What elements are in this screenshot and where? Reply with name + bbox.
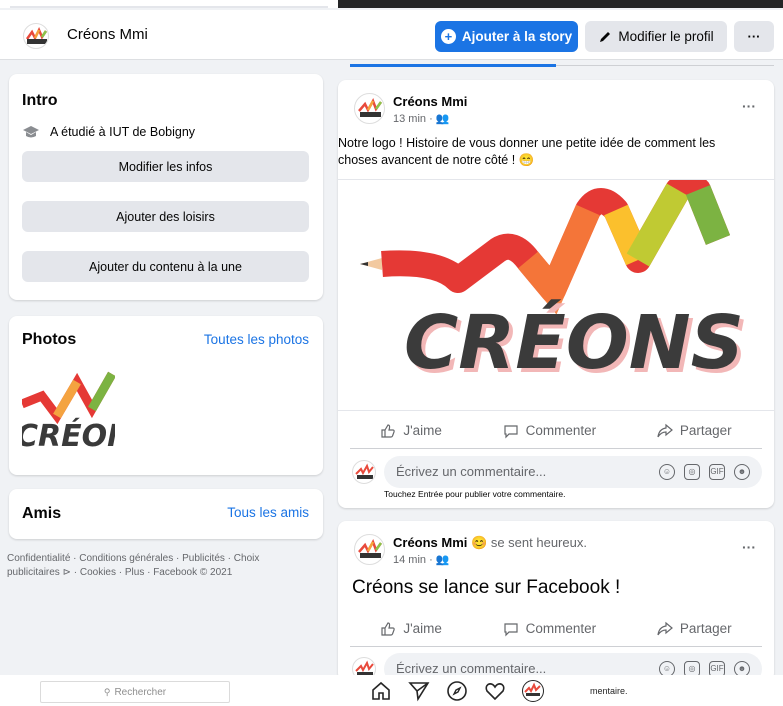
page-header: Créons Mmi + Ajouter à la story Modifier… xyxy=(0,10,783,60)
comment-button[interactable]: Commenter xyxy=(503,621,597,637)
search-placeholder: Rechercher xyxy=(114,686,167,698)
post-text: Créons se lance sur Facebook ! xyxy=(352,577,621,598)
pencil-icon xyxy=(600,31,611,42)
education-school[interactable]: IUT de Bobigny xyxy=(109,125,195,139)
thumbs-up-icon xyxy=(381,621,396,636)
post-author-avatar[interactable] xyxy=(354,93,385,124)
post-actions: J'aime Commenter Partager xyxy=(350,413,762,449)
like-label: J'aime xyxy=(403,621,442,636)
post-card: Créons Mmi 😊 se sent heureux. 14 min · 👥… xyxy=(338,521,774,681)
like-button[interactable]: J'aime xyxy=(380,423,442,439)
all-friends-link[interactable]: Tous les amis xyxy=(227,505,309,520)
more-button[interactable]: ··· xyxy=(734,21,774,52)
post-feeling: 😊 se sent heureux. xyxy=(471,535,587,550)
active-tab-indicator xyxy=(350,64,556,67)
share-label: Partager xyxy=(679,423,732,438)
page-avatar[interactable] xyxy=(23,23,49,49)
add-hobbies-button[interactable]: Ajouter des loisirs xyxy=(22,201,309,232)
add-story-label: Ajouter à la story xyxy=(461,29,573,44)
sticker-icon[interactable]: ☻ xyxy=(734,464,750,480)
share-button[interactable]: Partager xyxy=(657,621,732,637)
education-prefix: A étudié à xyxy=(50,125,106,139)
photo-logo-text: CRÉONS xyxy=(22,418,115,454)
edit-info-button[interactable]: Modifier les infos xyxy=(22,151,309,182)
post-image[interactable]: CRÉONS CRÉONS xyxy=(338,173,774,411)
bottom-nav-bar: ⚲ Rechercher mentaire. xyxy=(0,675,783,706)
home-icon[interactable] xyxy=(370,680,392,702)
all-photos-link[interactable]: Toutes les photos xyxy=(204,332,309,347)
like-button[interactable]: J'aime xyxy=(380,621,442,637)
post-options-icon[interactable]: ··· xyxy=(742,98,756,114)
logo-text: CRÉONS xyxy=(404,298,744,386)
post-timestamp[interactable]: 14 min · 👥 xyxy=(393,553,450,566)
gif-icon[interactable]: GIF xyxy=(709,464,725,480)
education-row: A étudié à IUT de Bobigny xyxy=(22,125,195,139)
comment-icon xyxy=(504,622,518,636)
edit-profile-label: Modifier le profil xyxy=(618,29,714,44)
post-actions: J'aime Commenter Partager xyxy=(350,611,762,647)
post-author-name[interactable]: Créons Mmi xyxy=(393,535,467,550)
post-timestamp[interactable]: 13 min · 👥 xyxy=(393,112,450,125)
post-text: Notre logo ! Histoire de vous donner une… xyxy=(338,136,716,167)
comment-button[interactable]: Commenter xyxy=(503,423,597,439)
add-story-button[interactable]: + Ajouter à la story xyxy=(435,21,578,52)
profile-avatar[interactable] xyxy=(522,680,544,702)
heart-icon[interactable] xyxy=(484,680,506,702)
edit-profile-button[interactable]: Modifier le profil xyxy=(585,21,727,52)
photos-title: Photos xyxy=(22,331,77,348)
top-edge xyxy=(0,0,338,8)
post-author-avatar[interactable] xyxy=(354,534,385,565)
top-dark-strip xyxy=(338,0,783,8)
friends-title: Amis xyxy=(22,505,62,522)
search-box[interactable]: ⚲ Rechercher xyxy=(40,681,230,703)
like-label: J'aime xyxy=(403,423,442,438)
post-card: Créons Mmi 13 min · 👥 ··· Notre logo ! H… xyxy=(338,80,774,508)
page-name[interactable]: Créons Mmi xyxy=(67,26,148,43)
commenter-avatar[interactable] xyxy=(352,460,376,484)
post-options-icon[interactable]: ··· xyxy=(742,539,756,555)
intro-card: Intro A étudié à IUT de Bobigny Modifier… xyxy=(9,74,323,300)
thumbs-up-icon xyxy=(381,423,396,438)
photo-thumbnail[interactable]: CRÉONS xyxy=(22,364,115,457)
comment-label: Commenter xyxy=(525,423,597,438)
post-author-name[interactable]: Créons Mmi xyxy=(393,94,467,109)
friends-card: Amis Tous les amis xyxy=(9,489,323,539)
plus-icon: + xyxy=(440,29,456,44)
comment-hint: Touchez Entrée pour publier votre commen… xyxy=(384,489,566,499)
tab-divider xyxy=(556,65,774,66)
comment-icon xyxy=(504,424,518,438)
share-icon xyxy=(657,621,673,635)
camera-icon[interactable]: ◎ xyxy=(684,464,700,480)
share-icon xyxy=(657,423,673,437)
share-button[interactable]: Partager xyxy=(657,423,732,439)
post-author-line: Créons Mmi 😊 se sent heureux. xyxy=(393,535,587,551)
explore-icon[interactable] xyxy=(446,680,468,702)
comment-hint-fragment: mentaire. xyxy=(590,686,628,696)
add-featured-button[interactable]: Ajouter du contenu à la une xyxy=(22,251,309,282)
emoji-icon[interactable]: ☺ xyxy=(659,464,675,480)
comment-label: Commenter xyxy=(525,621,597,636)
intro-title: Intro xyxy=(22,92,58,109)
search-icon: ⚲ xyxy=(103,686,111,697)
direct-message-icon[interactable] xyxy=(408,680,430,702)
graduation-cap-icon xyxy=(23,126,39,138)
photos-card: Photos Toutes les photos CRÉONS xyxy=(9,316,323,475)
footer-links[interactable]: Confidentialité · Conditions générales ·… xyxy=(7,552,307,580)
share-label: Partager xyxy=(679,621,732,636)
comment-row: Écrivez un commentaire... ☺ ◎ GIF ☻ xyxy=(350,456,762,488)
